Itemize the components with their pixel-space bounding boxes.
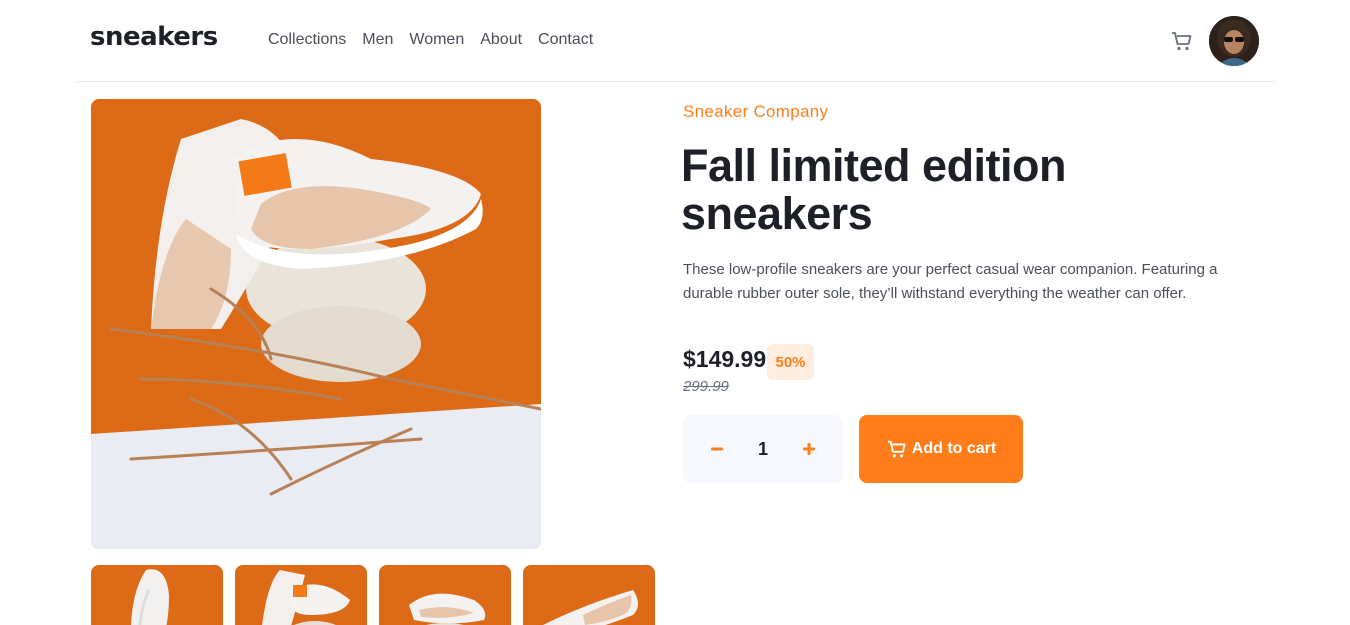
thumbnail-2[interactable] (235, 565, 367, 625)
thumbnail-4[interactable] (523, 565, 655, 625)
nav-men[interactable]: Men (362, 31, 393, 49)
quantity-value: 1 (757, 438, 768, 459)
quantity-decrease-button[interactable] (692, 415, 742, 483)
nav-contact[interactable]: Contact (538, 31, 593, 49)
product-main-image[interactable] (91, 99, 541, 549)
cart-icon (887, 440, 906, 458)
quantity-stepper: 1 (683, 415, 843, 483)
avatar[interactable] (1209, 16, 1259, 66)
discount-badge: 50% (767, 344, 814, 380)
nav-women[interactable]: Women (409, 31, 464, 49)
original-price: 299.99 (683, 378, 729, 395)
cart-button[interactable] (1170, 29, 1194, 53)
thumbnail-1[interactable] (91, 565, 223, 625)
product-description: These low-profile sneakers are your perf… (683, 261, 1218, 302)
site-header: sneakers Collections Men Women About Con… (75, 0, 1275, 82)
add-to-cart-label: Add to cart (911, 440, 997, 457)
quantity-increase-button[interactable] (784, 415, 834, 483)
thumbnail-3[interactable] (379, 565, 511, 625)
minus-icon (711, 447, 723, 451)
plus-icon (803, 443, 815, 455)
nav-about[interactable]: About (480, 31, 522, 49)
nav-collections[interactable]: Collections (268, 31, 346, 49)
product-title: Fall limited edition sneakers (681, 140, 1067, 239)
main-nav: Collections Men Women About Contact (268, 31, 593, 49)
company-name: Sneaker Company (683, 102, 829, 121)
add-to-cart-button[interactable]: Add to cart (859, 415, 1023, 483)
cart-icon (1172, 32, 1192, 51)
logo[interactable]: sneakers (90, 22, 218, 52)
current-price: $149.99 (683, 346, 767, 372)
